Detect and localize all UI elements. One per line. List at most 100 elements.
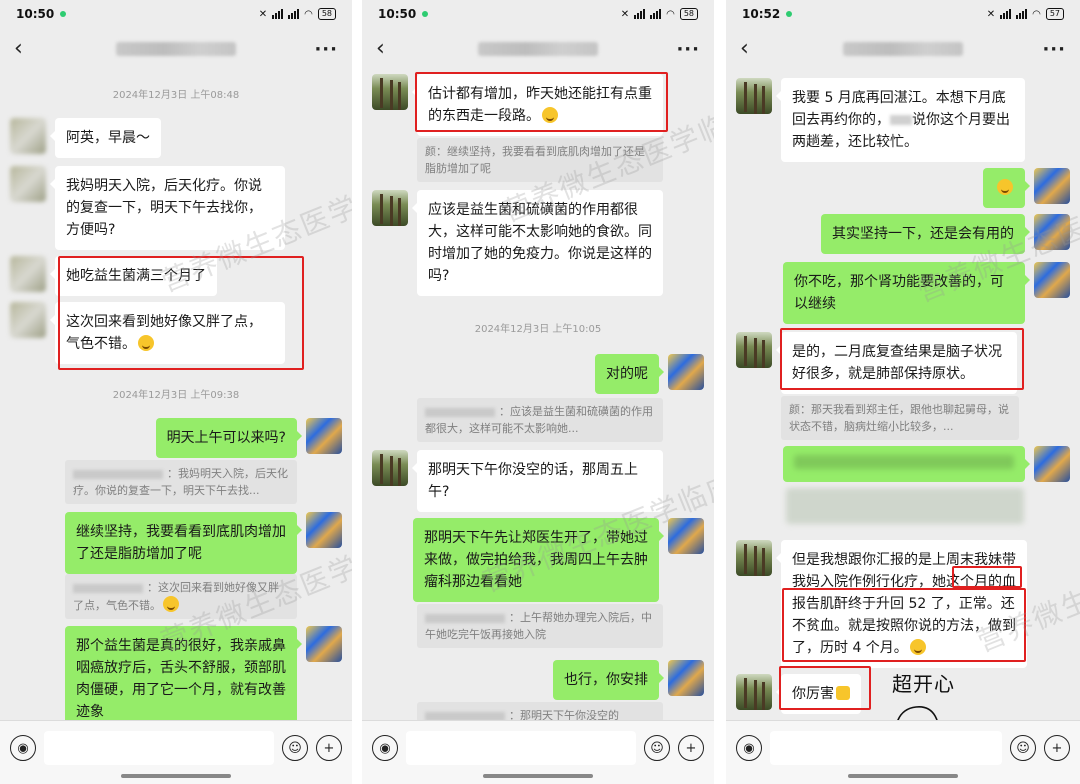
redacted-name [890,115,912,125]
message-bubble[interactable]: 但是我想跟你汇报的是上周末我妹带我妈入院作例行化疗，她这个月的血报告肌酐终于升回… [776,540,1027,668]
message-bubble[interactable]: 估计都有增加，昨天她还能扛有点重的东西走一段路。 [412,74,663,136]
signal-icon [272,9,284,19]
message-row: 她吃益生菌满三个月了 [10,256,217,296]
avatar[interactable] [306,512,342,548]
voice-icon[interactable]: ◉ [372,735,398,761]
avatar[interactable] [1034,168,1070,204]
mute-icon: ✕ [620,8,630,20]
message-bubble[interactable]: 明天上午可以来吗? [155,418,303,458]
quoted-message[interactable]: ：上午帮她办理完入院后，中午她吃完午饭再接她入院 [417,604,663,648]
message-input[interactable] [770,731,1002,765]
message-bubble[interactable]: 阿英，早晨～ [50,118,161,158]
status-bar: 10:52 ✕ ◠ 57 [726,0,1080,28]
avatar[interactable] [10,256,46,292]
avatar[interactable] [736,332,772,368]
back-icon[interactable]: ‹ [740,38,764,60]
message-bubble[interactable]: 那个益生菌是真的很好，我亲戚鼻咽癌放疗后，舌头不舒服，颈部肌肉僵硬，用了它一个月… [65,626,302,732]
avatar[interactable] [1034,262,1070,298]
message-input[interactable] [44,731,274,765]
message-bubble[interactable]: 继续坚持，我要看看到底肌肉增加了还是脂肪增加了呢 [65,512,302,574]
status-bar: 10:50 ✕ ◠ 58 [0,0,352,28]
message-bubble-redacted[interactable] [783,446,1030,482]
doodle-text: 超开心 [892,672,955,696]
message-text: 你厉害 [792,686,834,702]
message-row: 应该是益生菌和硫磺菌的作用都很大，这样可能不太影响她的食欲。同时增加了她的免疫力… [372,190,663,296]
redacted-name [73,469,163,479]
avatar[interactable] [1034,446,1070,482]
message-bubble[interactable]: 那明天下午先让郑医生开了，带她过来做，做完拍给我，我周四上午去肿瘤科那边看看她 [413,518,664,602]
status-time: 10:50 [378,7,417,21]
message-bubble[interactable]: 这次回来看到她好像又胖了点，气色不错。 [50,302,285,364]
avatar[interactable] [10,118,46,154]
redacted-message [786,488,1024,524]
timestamp: 2024年12月3日 上午09:38 [112,390,240,401]
avatar[interactable] [668,518,704,554]
signal-icon [634,9,646,19]
redacted-name [425,407,495,417]
message-row: 阿英，早晨～ [10,118,161,158]
more-icon[interactable]: ··· [1042,39,1066,60]
avatar[interactable] [1034,214,1070,250]
message-row [783,446,1070,482]
message-bubble[interactable]: 那明天下午你没空的话，那周五上午? [412,450,663,512]
more-icon[interactable]: ··· [676,39,700,60]
avatar[interactable] [372,190,408,226]
plus-icon[interactable]: + [678,735,704,761]
chat-title-redacted [478,42,599,56]
quoted-message[interactable]: 颜：继续坚持，我要看看到底肌肉增加了还是脂肪增加了呢 [417,138,663,182]
quoted-message[interactable]: ：我妈明天入院，后天化疗。你说的复查一下，明天下午去找... [65,460,297,504]
quoted-message[interactable]: ：应该是益生菌和硫磺菌的作用都很大，这样可能不太影响她... [417,398,663,442]
redacted-text [794,455,1014,469]
smile-emoji-icon [163,596,179,612]
nav-bar: ‹ ··· [726,28,1080,70]
status-icons: ✕ ◠ 57 [987,8,1064,20]
chat-title-redacted [116,42,237,56]
back-icon[interactable]: ‹ [14,38,38,60]
message-bubble[interactable]: 你不吃，那个肾功能要改善的，可以继续 [783,262,1030,324]
message-bubble[interactable]: 她吃益生菌满三个月了 [50,256,217,296]
message-bubble[interactable] [983,168,1030,208]
message-bubble[interactable]: 我要 5 月底再回湛江。本想下月底回去再约你的， 说你这个月要出两趟差，还比较忙。 [776,78,1025,162]
avatar[interactable] [372,74,408,110]
quoted-message[interactable]: ：这次回来看到她好像又胖了点，气色不错。 [65,574,297,619]
plus-icon[interactable]: + [1044,735,1070,761]
emoji-icon[interactable]: ☺ [1010,735,1036,761]
avatar[interactable] [736,540,772,576]
message-row: 那明天下午先让郑医生开了，带她过来做，做完拍给我，我周四上午去肿瘤科那边看看她 [413,518,704,602]
avatar[interactable] [736,78,772,114]
plus-icon[interactable]: + [316,735,342,761]
emoji-icon[interactable]: ☺ [282,735,308,761]
message-text: 估计都有增加，昨天她还能扛有点重的东西走一段路。 [428,86,652,124]
message-bubble[interactable]: 也行，你安排 [553,660,664,700]
avatar[interactable] [736,674,772,710]
chat-title-redacted [843,42,964,56]
avatar[interactable] [10,302,46,338]
more-icon[interactable]: ··· [314,39,338,60]
nav-bar: ‹ ··· [0,28,352,70]
message-row: 是的，二月底复查结果是脑子状况好很多，就是肺部保持原状。 [736,332,1017,394]
redacted-name [73,583,143,593]
message-bubble[interactable]: 我妈明天入院，后天化疗。你说的复查一下，明天下午去找你，方便吗? [50,166,285,250]
home-indicator [121,774,231,778]
message-bubble[interactable]: 应该是益生菌和硫磺菌的作用都很大，这样可能不太影响她的食欲。同时增加了她的免疫力… [412,190,663,296]
message-bubble[interactable]: 你厉害 [776,674,861,714]
message-row [983,168,1070,208]
signal-icon [1000,9,1012,19]
back-icon[interactable]: ‹ [376,38,400,60]
message-bubble[interactable]: 对的呢 [595,354,664,394]
message-bubble[interactable]: 其实坚持一下，还是会有用的 [821,214,1030,254]
avatar[interactable] [306,626,342,662]
quoted-message[interactable]: ：那明天下午你没空的 [417,702,663,722]
voice-icon[interactable]: ◉ [10,735,36,761]
voice-icon[interactable]: ◉ [736,735,762,761]
mute-icon: ✕ [986,8,996,20]
emoji-icon[interactable]: ☺ [644,735,670,761]
avatar[interactable] [10,166,46,202]
message-bubble[interactable]: 是的，二月底复查结果是脑子状况好很多，就是肺部保持原状。 [776,332,1017,394]
quoted-message[interactable]: 颜：那天我看到郑主任，跟他也聊起舅母，说状态不错，脑病灶缩小比较多，... [781,396,1019,440]
avatar[interactable] [372,450,408,486]
message-input[interactable] [406,731,636,765]
avatar[interactable] [668,660,704,696]
avatar[interactable] [306,418,342,454]
avatar[interactable] [668,354,704,390]
